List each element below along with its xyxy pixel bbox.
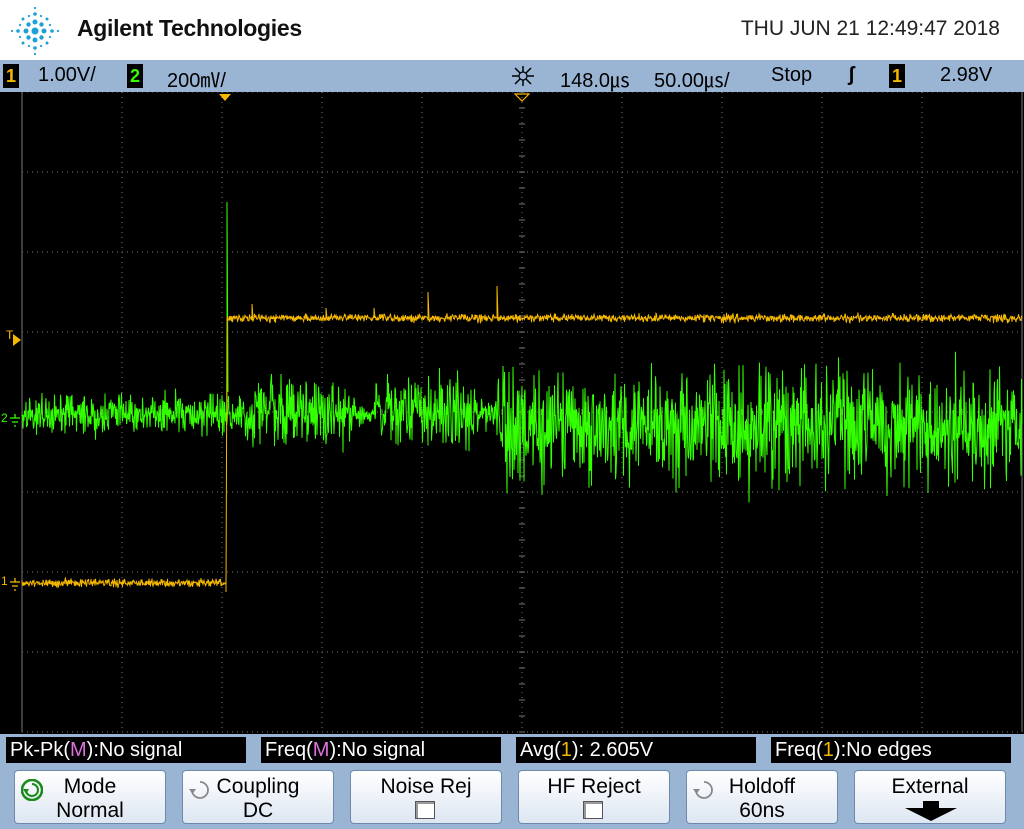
hf-reject-softkey[interactable]: HF Reject	[518, 770, 670, 824]
coupling-label: Coupling	[216, 775, 300, 798]
external-label: External	[891, 775, 969, 798]
header-bar: Agilent Technologies THU JUN 21 12:49:47…	[0, 0, 1024, 60]
mode-softkey[interactable]: Mode Normal	[14, 770, 166, 824]
measurement-3[interactable]: Avg(1): 2.605V	[516, 737, 756, 763]
waveform-display[interactable]: T 2 1	[0, 92, 1024, 734]
noise-reject-checkbox[interactable]	[415, 801, 435, 819]
trigger-level: 2.98V	[940, 64, 993, 86]
graticule-and-traces: T 2 1	[1, 92, 1023, 733]
ch1-badge[interactable]: 1	[3, 64, 19, 88]
coupling-value: DC	[242, 799, 274, 822]
holdoff-value: 60ns	[739, 799, 785, 822]
ch2-scale: 200㎷/	[167, 70, 226, 92]
noise-reject-softkey[interactable]: Noise Rej	[350, 770, 502, 824]
external-softkey[interactable]: External	[854, 770, 1006, 824]
measurement-2[interactable]: Freq(M):No signal	[261, 737, 501, 763]
status-bar: 1 1.00V/ 2 200㎷/ 148.0㎲ 50.00㎲/ Stop ʃ 1…	[0, 60, 1024, 92]
softkey-bar: Mode Normal Coupling DC Noise Rej HF Rej…	[0, 766, 1024, 829]
mode-value: Normal	[56, 799, 124, 822]
run-state: Stop	[771, 64, 813, 86]
ch2-ground-marker: 2	[1, 411, 8, 425]
measurement-bar: Pk-Pk(M):No signal Freq(M):No signal Avg…	[0, 734, 1024, 766]
hf-reject-checkbox[interactable]	[583, 801, 603, 819]
coupling-softkey[interactable]: Coupling DC	[182, 770, 334, 824]
down-arrow-icon	[905, 801, 957, 821]
measurement-4[interactable]: Freq(1):No edges	[771, 737, 1011, 763]
ch1-ground-marker: 1	[1, 574, 8, 588]
ch2-ground-icon	[10, 414, 20, 427]
timebase-scale: 50.00㎲/	[654, 70, 730, 92]
trigger-slope-icon: ʃ	[848, 64, 855, 86]
trigger-level-marker: T	[6, 328, 14, 342]
trigger-channel-badge[interactable]: 1	[889, 64, 905, 88]
measurement-1[interactable]: Pk-Pk(M):No signal	[6, 737, 246, 763]
noise-reject-label: Noise Rej	[380, 775, 472, 798]
trigger-level-arrow	[13, 334, 21, 346]
ch2-badge[interactable]: 2	[127, 64, 143, 88]
holdoff-softkey[interactable]: Holdoff 60ns	[686, 770, 838, 824]
brand-name: Agilent Technologies	[77, 15, 302, 41]
ch1-ground-icon	[10, 578, 20, 591]
date-time: THU JUN 21 12:49:47 2018	[740, 17, 1000, 40]
trigger-position-marker	[219, 94, 231, 101]
spark-logo-icon	[10, 6, 60, 56]
acquire-icon	[512, 66, 534, 86]
ch1-scale: 1.00V/	[38, 64, 96, 86]
horizontal-delay: 148.0㎲	[560, 70, 631, 92]
mode-label: Mode	[63, 775, 117, 798]
holdoff-label: Holdoff	[728, 775, 796, 798]
hf-reject-label: HF Reject	[547, 775, 641, 798]
